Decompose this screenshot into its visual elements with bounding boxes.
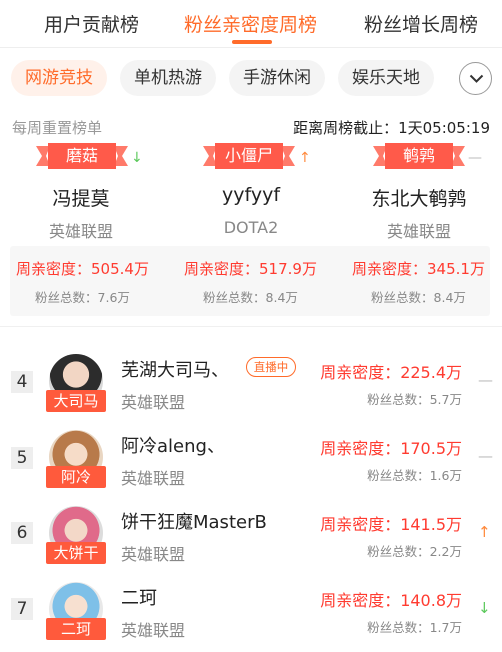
fan-count: 粉丝总数：5.7万 — [367, 392, 462, 407]
dash-icon: — — [478, 447, 493, 465]
weekly-intimacy-score: 周亲密度：345.1万 — [352, 260, 485, 278]
top-streamer-game: 英雄联盟 — [386, 222, 451, 241]
category-chip-entertainment[interactable]: 娱乐天地 — [338, 60, 434, 96]
arrow-down-icon: ↓ — [131, 150, 143, 166]
streamer-game: 英雄联盟 — [121, 545, 186, 564]
streamer-name[interactable]: 阿冷aleng、 — [121, 432, 225, 458]
tab-fan-intimacy-weekly[interactable]: 粉丝亲密度周榜 — [184, 10, 317, 37]
fan-count: 粉丝总数：7.6万 — [35, 290, 130, 305]
arrow-up-icon: ↑ — [299, 150, 311, 166]
arrow-up-icon: ↑ — [478, 523, 491, 541]
streamer-game: 英雄联盟 — [121, 469, 186, 488]
avatar-nickname-tag: 阿冷 — [46, 466, 106, 488]
chevron-down-icon — [469, 74, 484, 83]
rank-number: 5 — [11, 447, 33, 469]
category-chip-single-player[interactable]: 单机热游 — [120, 60, 216, 96]
top-streamer-game: DOTA2 — [223, 218, 279, 237]
fan-count: 粉丝总数：8.4万 — [203, 290, 298, 305]
tab-user-contribution[interactable]: 用户贡献榜 — [44, 10, 139, 37]
weekly-reset-note: 每周重置榜单 — [12, 119, 103, 137]
fan-badge-ribbon: 小僵尸 — [203, 143, 295, 169]
ranking-tabs: 用户贡献榜 粉丝亲密度周榜 粉丝增长周榜 — [0, 0, 502, 48]
weekly-intimacy-score: 周亲密度：517.9万 — [184, 260, 317, 278]
live-badge: 直播中 — [246, 357, 296, 377]
category-chip-online-games[interactable]: 网游竞技 — [11, 60, 107, 96]
weekly-intimacy-score: 周亲密度：505.4万 — [16, 260, 149, 278]
tab-fan-growth-weekly[interactable]: 粉丝增长周榜 — [364, 10, 478, 37]
rank-number: 7 — [11, 598, 33, 620]
dash-icon: — — [468, 150, 482, 166]
weekly-intimacy-score: 周亲密度：140.8万 — [320, 591, 462, 610]
avatar-nickname-tag: 大司马 — [46, 390, 106, 412]
streamer-game: 英雄联盟 — [121, 393, 186, 412]
countdown-timer: 距离周榜截止：1天05:05:19 — [293, 119, 490, 137]
fan-count: 粉丝总数：1.7万 — [367, 620, 462, 635]
fan-badge-label: 鹌鹑 — [402, 146, 435, 165]
category-chip-mobile-games[interactable]: 手游休闲 — [229, 60, 325, 96]
top-streamer-name[interactable]: 东北大鹌鹑 — [344, 184, 494, 211]
dash-icon: — — [478, 371, 493, 389]
streamer-name[interactable]: 饼干狂魔MasterB — [121, 508, 267, 534]
streamer-game: 英雄联盟 — [121, 621, 186, 640]
fan-badge-ribbon: 磨菇 — [36, 143, 128, 169]
section-divider — [0, 326, 502, 327]
rank-number: 4 — [11, 371, 33, 393]
fan-count: 粉丝总数：2.2万 — [367, 544, 462, 559]
top-streamer-game: 英雄联盟 — [48, 222, 113, 241]
fan-count: 粉丝总数：8.4万 — [371, 290, 466, 305]
streamer-name[interactable]: 芜湖大司马、 — [121, 356, 229, 382]
top-streamer-name[interactable]: yyfyyf — [176, 184, 326, 206]
fan-badge-ribbon: 鹌鹑 — [373, 143, 465, 169]
avatar-nickname-tag: 二珂 — [46, 618, 106, 640]
avatar-nickname-tag: 大饼干 — [46, 542, 106, 564]
weekly-intimacy-score: 周亲密度：141.5万 — [320, 515, 462, 534]
streamer-name[interactable]: 二珂 — [121, 584, 157, 610]
fan-badge-label: 小僵尸 — [224, 146, 273, 165]
arrow-down-icon: ↓ — [478, 599, 491, 617]
weekly-intimacy-score: 周亲密度：170.5万 — [320, 439, 462, 458]
active-tab-indicator — [232, 40, 272, 44]
weekly-intimacy-score: 周亲密度：225.4万 — [320, 363, 462, 382]
fan-badge-label: 磨菇 — [65, 146, 98, 165]
fan-count: 粉丝总数：1.6万 — [367, 468, 462, 483]
top-streamer-name[interactable]: 冯提莫 — [6, 184, 156, 211]
rank-number: 6 — [11, 522, 33, 544]
expand-categories-button[interactable] — [459, 62, 492, 95]
